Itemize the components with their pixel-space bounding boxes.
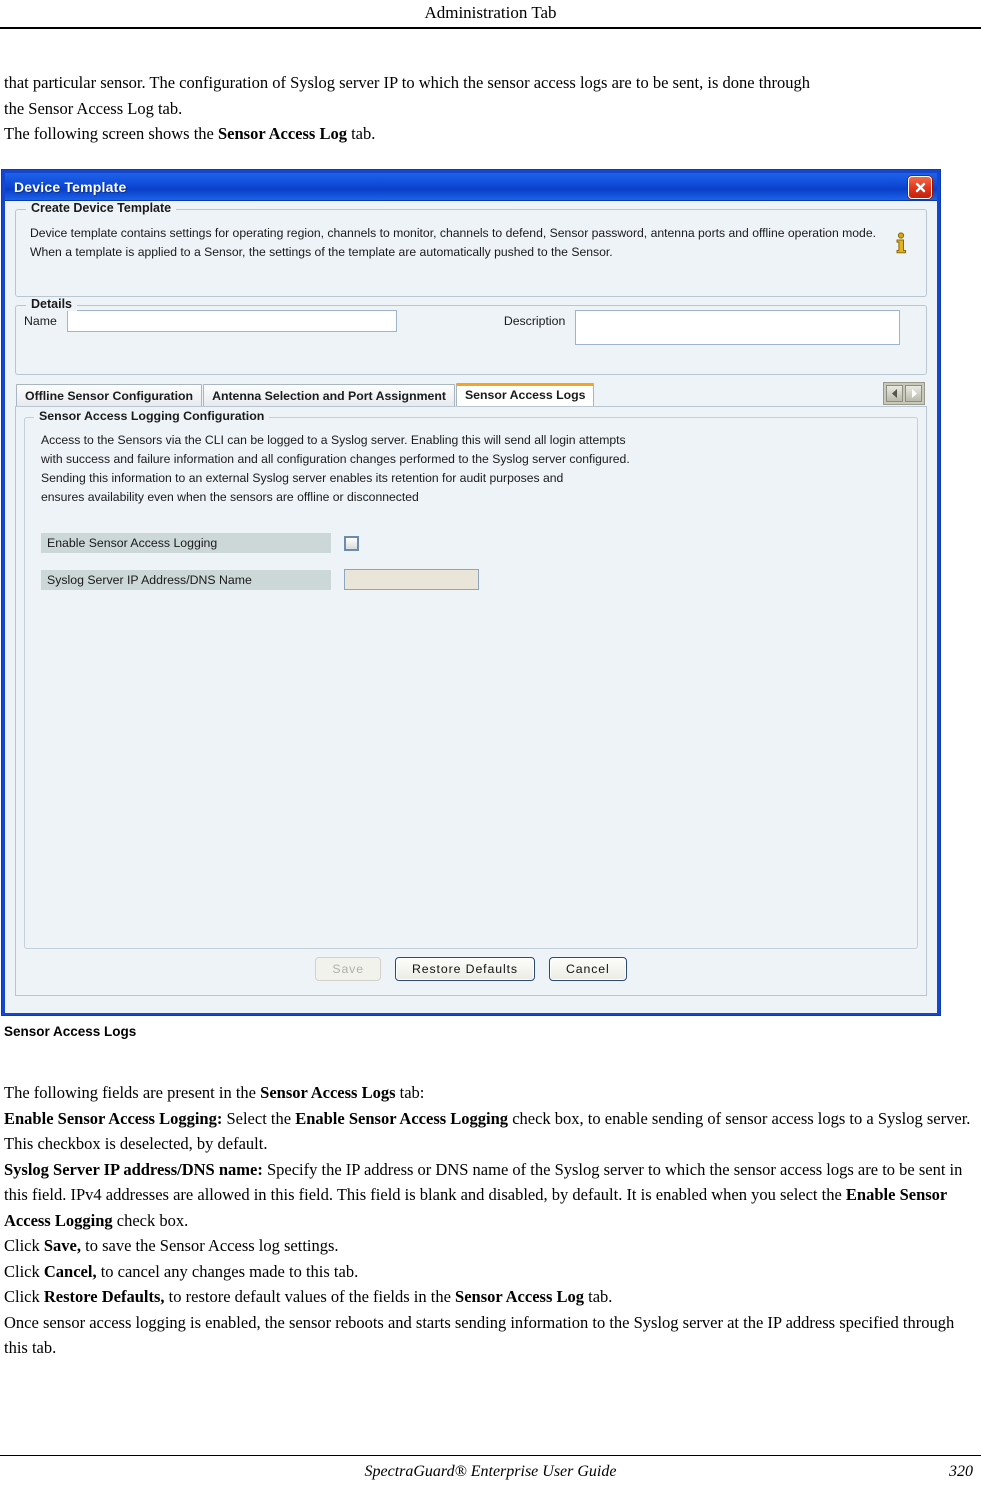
body-line-2-mid: Select the (222, 1108, 296, 1128)
details-legend: Details (26, 297, 77, 311)
body-line-4-bold: Save, (43, 1236, 81, 1255)
sensor-access-logging-inner: Access to the Sensors via the CLI can be… (25, 418, 917, 590)
intro-text-block: that particular sensor. The configuratio… (4, 70, 974, 147)
sensor-access-logs-panel: Sensor Access Logging Configuration Acce… (15, 406, 927, 996)
create-device-template-legend: Create Device Template (26, 201, 177, 215)
syslog-server-label: Syslog Server IP Address/DNS Name (41, 569, 331, 590)
body-line-6-pre: Click (4, 1287, 44, 1306)
body-line-6: Click Restore Defaults, to restore defau… (4, 1284, 976, 1310)
details-group: Details Name Description (15, 297, 927, 375)
name-input[interactable] (66, 310, 397, 332)
name-label: Name (24, 314, 57, 328)
intro-line-1: that particular sensor. The configuratio… (4, 73, 811, 92)
enable-sensor-access-logging-row: Enable Sensor Access Logging (41, 533, 901, 553)
info-icon (894, 232, 908, 254)
intro-line-2: the Sensor Access Log tab. (4, 98, 183, 118)
sensor-access-logging-legend: Sensor Access Logging Configuration (34, 409, 270, 423)
panel-description-line-1: Access to the Sensors via the CLI can be… (41, 433, 626, 447)
tab-sensor-access-logs[interactable]: Sensor Access Logs (455, 383, 595, 406)
body-line-5-post: to cancel any changes made to this tab. (96, 1261, 359, 1281)
syslog-server-row: Syslog Server IP Address/DNS Name (41, 569, 901, 590)
header-divider (0, 27, 981, 29)
cancel-button[interactable]: Cancel (548, 957, 627, 981)
footer-title: SpectraGuard® Enterprise User Guide (364, 1463, 617, 1480)
enable-sensor-access-logging-label: Enable Sensor Access Logging (41, 533, 331, 553)
dialog-titlebar: Device Template (5, 173, 937, 201)
body-line-1-post: tab: (395, 1083, 425, 1102)
body-line-7: Once sensor access logging is enabled, t… (4, 1312, 955, 1358)
dialog-body: Create Device Template Device template c… (5, 201, 937, 1013)
chevron-left-icon[interactable] (886, 385, 903, 402)
body-text-block: The following fields are present in the … (4, 1080, 976, 1361)
tab-antenna-selection-and-port-assignment[interactable]: Antenna Selection and Port Assignment (203, 384, 455, 406)
body-line-6-mid: to restore default values of the fields … (164, 1287, 456, 1306)
intro-line-3: The following screen shows the Sensor Ac… (4, 121, 974, 147)
body-line-6-post: tab. (584, 1287, 613, 1306)
body-line-2: Enable Sensor Access Logging: Select the… (4, 1106, 976, 1157)
figure-caption: Sensor Access Logs (4, 1024, 137, 1039)
create-device-template-group: Create Device Template Device template c… (15, 201, 927, 297)
body-line-1-pre: The following fields are present in the (4, 1083, 261, 1102)
panel-description-line-4: ensures availability even when the senso… (41, 490, 419, 504)
description-input[interactable] (575, 310, 901, 345)
body-line-3-post: check box. (112, 1210, 189, 1230)
panel-description: Access to the Sensors via the CLI can be… (41, 431, 901, 507)
body-line-3-bold-1: Syslog Server IP address/DNS name: (4, 1159, 263, 1179)
intro-line-3-bold: Sensor Access Log (218, 124, 347, 143)
body-line-4-pre: Click (4, 1236, 44, 1255)
intro-line-3-post: tab. (346, 124, 376, 143)
body-line-6-bold-1: Restore Defaults, (43, 1287, 165, 1306)
intro-line-3-pre: The following screen shows the (4, 124, 218, 143)
dialog-title: Device Template (14, 178, 127, 195)
body-line-1-bold: Sensor Access Logs (260, 1083, 396, 1102)
body-line-2-bold-2: Enable Sensor Access Logging (295, 1108, 509, 1128)
body-line-5-pre: Click (4, 1261, 44, 1281)
footer-page-number: 320 (949, 1463, 973, 1480)
footer-divider (0, 1455, 981, 1456)
body-line-4: Click Save, to save the Sensor Access lo… (4, 1233, 976, 1259)
settings-form: Enable Sensor Access Logging Syslog Serv… (41, 533, 901, 590)
create-device-template-description: Device template contains settings for op… (30, 226, 876, 259)
body-line-3: Syslog Server IP address/DNS name: Speci… (4, 1157, 976, 1234)
panel-description-line-2: with success and failure information and… (41, 452, 630, 466)
save-button[interactable]: Save (315, 957, 381, 981)
sensor-access-logging-configuration-group: Sensor Access Logging Configuration Acce… (24, 409, 918, 949)
body-line-2-bold-1: Enable Sensor Access Logging: (4, 1108, 223, 1128)
page-header: Administration Tab (0, 0, 981, 28)
create-device-template-inner: Device template contains settings for op… (16, 210, 926, 271)
description-label: Description (503, 314, 566, 328)
body-line-4-post: to save the Sensor Access log settings. (81, 1236, 339, 1255)
tab-scroll-controls (883, 382, 925, 405)
page-footer: SpectraGuard® Enterprise User Guide 320 (0, 1459, 981, 1489)
panel-description-line-3: Sending this information to an external … (41, 471, 564, 485)
body-line-1: The following fields are present in the … (4, 1080, 976, 1106)
tab-offline-sensor-configuration[interactable]: Offline Sensor Configuration (16, 384, 203, 406)
dialog-button-row: Save Restore Defaults Cancel (16, 957, 926, 981)
chevron-right-icon[interactable] (905, 385, 922, 402)
syslog-server-input[interactable] (344, 569, 479, 590)
details-row: Name Description (16, 306, 926, 351)
body-line-5: Click Cancel, to cancel any changes made… (4, 1259, 976, 1285)
body-line-6-bold-2: Sensor Access Log (455, 1287, 584, 1306)
enable-sensor-access-logging-checkbox[interactable] (344, 535, 359, 551)
page-header-title: Administration Tab (424, 3, 557, 22)
tab-strip: Offline Sensor Configuration Antenna Sel… (16, 382, 927, 406)
restore-defaults-button[interactable]: Restore Defaults (394, 957, 535, 981)
body-line-5-bold: Cancel, (43, 1261, 97, 1281)
device-template-dialog: Device Template Create Device Template D… (2, 170, 940, 1015)
close-icon[interactable] (908, 176, 932, 199)
